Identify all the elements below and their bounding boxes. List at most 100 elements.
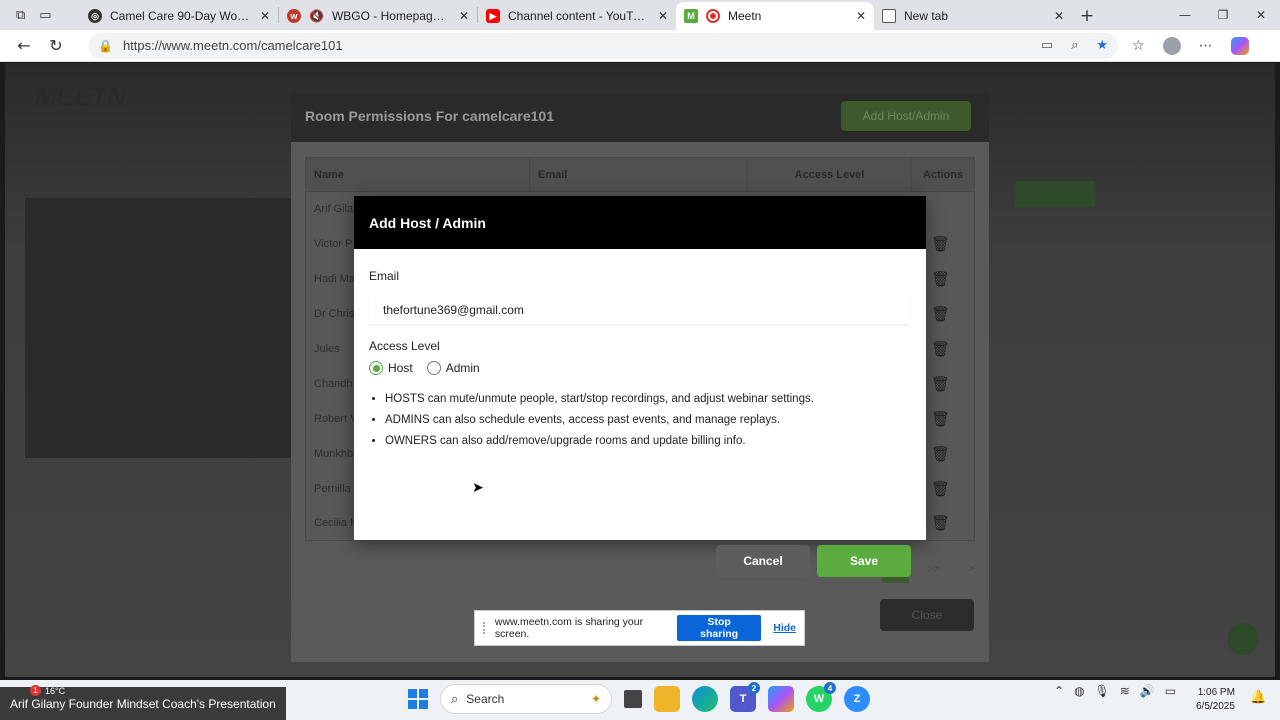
windows-start-icon[interactable] <box>408 689 428 709</box>
screen-share-bar: www.meetn.com is sharing your screen. St… <box>474 610 805 646</box>
teams-icon[interactable]: T2 <box>730 682 760 712</box>
chat-bubble-button[interactable] <box>1227 623 1259 655</box>
workspaces-icon[interactable]: ⧉ <box>16 8 25 23</box>
delete-trash-icon[interactable]: 🗑 <box>931 340 950 358</box>
hide-link[interactable]: Hide <box>773 622 796 634</box>
system-clock[interactable]: 1:06 PM 6/5/2025 <box>1196 686 1235 714</box>
add-host-admin-button[interactable]: Add Host/Admin <box>841 101 971 131</box>
close-tab-icon[interactable]: ✕ <box>856 9 866 23</box>
radio-host-label: Host <box>388 361 413 375</box>
new-tab-favicon-icon <box>882 9 896 23</box>
url-text[interactable]: https://www.meetn.com/camelcare101 <box>123 38 1023 53</box>
column-header-actions: Actions <box>922 168 964 181</box>
background-green-button <box>1015 181 1095 207</box>
note-hosts: HOSTS can mute/unmute people, start/stop… <box>385 393 911 405</box>
cancel-button[interactable]: Cancel <box>716 545 810 577</box>
delete-trash-icon[interactable]: 🗑 <box>931 305 950 323</box>
save-button[interactable]: Save <box>817 545 911 577</box>
browser-tab-3-active[interactable]: M Meetn ✕ <box>676 2 874 30</box>
permission-notes: HOSTS can mute/unmute people, start/stop… <box>369 393 911 447</box>
taskbar-center: ⌕ Search ✦ T2 W4 Z <box>408 682 870 714</box>
browser-tab-1[interactable]: w 🔇 WBGO - Homepage | WBGO ✕ <box>279 2 477 30</box>
maximize-icon[interactable]: ❐ <box>1204 8 1242 22</box>
tab-title: Meetn <box>728 9 762 23</box>
youtube-favicon-icon: ▶ <box>486 9 500 23</box>
browser-tab-0[interactable]: ◎ Camel Care 90-Day Workshop ✕ <box>80 2 278 30</box>
column-header-name: Name <box>306 158 530 191</box>
table-header: Name Email Access Level Actions <box>306 158 974 192</box>
close-tab-icon[interactable]: ✕ <box>1054 9 1064 23</box>
task-view-icon[interactable] <box>624 690 642 708</box>
new-tab-button[interactable]: + <box>1072 2 1102 30</box>
camera-icon[interactable]: ▭ <box>1041 38 1053 53</box>
microphone-icon[interactable]: 🎙 <box>1095 684 1110 698</box>
favorite-star-icon[interactable]: ★ <box>1096 38 1108 53</box>
taskbar-search[interactable]: ⌕ Search ✦ <box>440 684 612 714</box>
radio-host[interactable]: Host <box>369 361 413 375</box>
tab-title: Camel Care 90-Day Workshop <box>110 9 252 23</box>
copilot-app-icon[interactable] <box>768 686 794 712</box>
toolbar-right: ☆ ⋯ <box>1132 36 1249 55</box>
chevron-up-icon[interactable]: ⌃ <box>1054 684 1064 698</box>
close-permissions-button[interactable]: Close <box>880 599 974 631</box>
favorites-icon[interactable]: ☆ <box>1132 38 1145 54</box>
tab-title: New tab <box>904 9 949 23</box>
drag-handle-icon[interactable] <box>483 622 487 634</box>
note-owners: OWNERS can also add/remove/upgrade rooms… <box>385 435 911 447</box>
close-window-icon[interactable]: ✕ <box>1242 8 1280 22</box>
modal-title: Add Host / Admin <box>369 214 486 231</box>
delete-trash-icon[interactable]: 🗑 <box>931 410 950 428</box>
zoom-icon[interactable]: Z <box>844 686 870 712</box>
delete-trash-icon[interactable]: 🗑 <box>931 514 950 532</box>
weather-temp: 16°C <box>45 685 66 696</box>
radio-admin-label: Admin <box>445 361 480 375</box>
stop-sharing-button[interactable]: Stop sharing <box>677 615 762 641</box>
note-admins: ADMINS can also schedule events, access … <box>385 414 911 426</box>
minimize-icon[interactable]: — <box>1166 8 1204 22</box>
file-explorer-icon[interactable] <box>654 686 680 712</box>
delete-trash-icon[interactable]: 🗑 <box>931 235 950 253</box>
pager-next[interactable]: > <box>957 555 985 583</box>
meetn-logo: MEETN <box>35 81 126 111</box>
radio-admin[interactable]: Admin <box>426 361 480 375</box>
address-bar[interactable]: 🔒 https://www.meetn.com/camelcare101 ▭ ⌕… <box>88 32 1118 59</box>
pager-last[interactable]: >> <box>919 555 947 583</box>
wifi-icon[interactable]: ≋ <box>1120 684 1130 698</box>
delete-trash-icon[interactable]: 🗑 <box>931 480 950 498</box>
reload-icon[interactable]: ↻ <box>40 36 72 55</box>
copilot-icon[interactable] <box>1230 36 1249 55</box>
browser-tab-4[interactable]: New tab ✕ <box>874 2 1072 30</box>
window-controls: — ❐ ✕ <box>1166 0 1280 30</box>
close-tab-icon[interactable]: ✕ <box>260 9 270 23</box>
whatsapp-icon[interactable]: W4 <box>806 682 836 712</box>
access-level-options: Host Admin <box>369 361 911 375</box>
radio-unselected-icon[interactable] <box>426 361 441 375</box>
network-status-icon[interactable]: ◍ <box>1074 684 1084 698</box>
edge-browser-icon[interactable] <box>692 686 718 712</box>
share-status-text: www.meetn.com is sharing your screen. <box>494 616 644 640</box>
delete-trash-icon[interactable]: 🗑 <box>931 375 950 393</box>
back-arrow-icon[interactable]: ← <box>8 36 40 55</box>
weather-widget[interactable]: 1 16°C <box>30 685 65 696</box>
notification-bell-icon[interactable]: 🔔 <box>1250 690 1266 705</box>
close-tab-icon[interactable]: ✕ <box>658 9 668 23</box>
tab-actions-icon[interactable]: ▭ <box>39 8 51 23</box>
muted-speaker-icon[interactable]: 🔇 <box>309 9 324 23</box>
whatsapp-badge: 4 <box>824 682 836 694</box>
more-menu-icon[interactable]: ⋯ <box>1199 38 1213 54</box>
meetn-favicon-icon: M <box>684 9 698 23</box>
copilot-spark-icon: ✦ <box>590 692 601 706</box>
email-input[interactable] <box>369 295 910 325</box>
lock-icon[interactable]: 🔒 <box>98 39 113 53</box>
browser-tab-2[interactable]: ▶ Channel content - YouTube Studio ✕ <box>478 2 676 30</box>
close-tab-icon[interactable]: ✕ <box>459 9 469 23</box>
email-label: Email <box>369 269 400 283</box>
delete-trash-icon[interactable]: 🗑 <box>931 270 950 288</box>
speaker-icon[interactable]: 🔊 <box>1140 684 1155 698</box>
search-icon: ⌕ <box>451 691 459 707</box>
battery-icon[interactable]: ▭ <box>1165 684 1176 698</box>
radio-selected-icon[interactable] <box>369 361 383 375</box>
delete-trash-icon[interactable]: 🗑 <box>931 445 950 463</box>
profile-avatar[interactable] <box>1162 36 1181 55</box>
zoom-icon[interactable]: ⌕ <box>1071 38 1078 53</box>
